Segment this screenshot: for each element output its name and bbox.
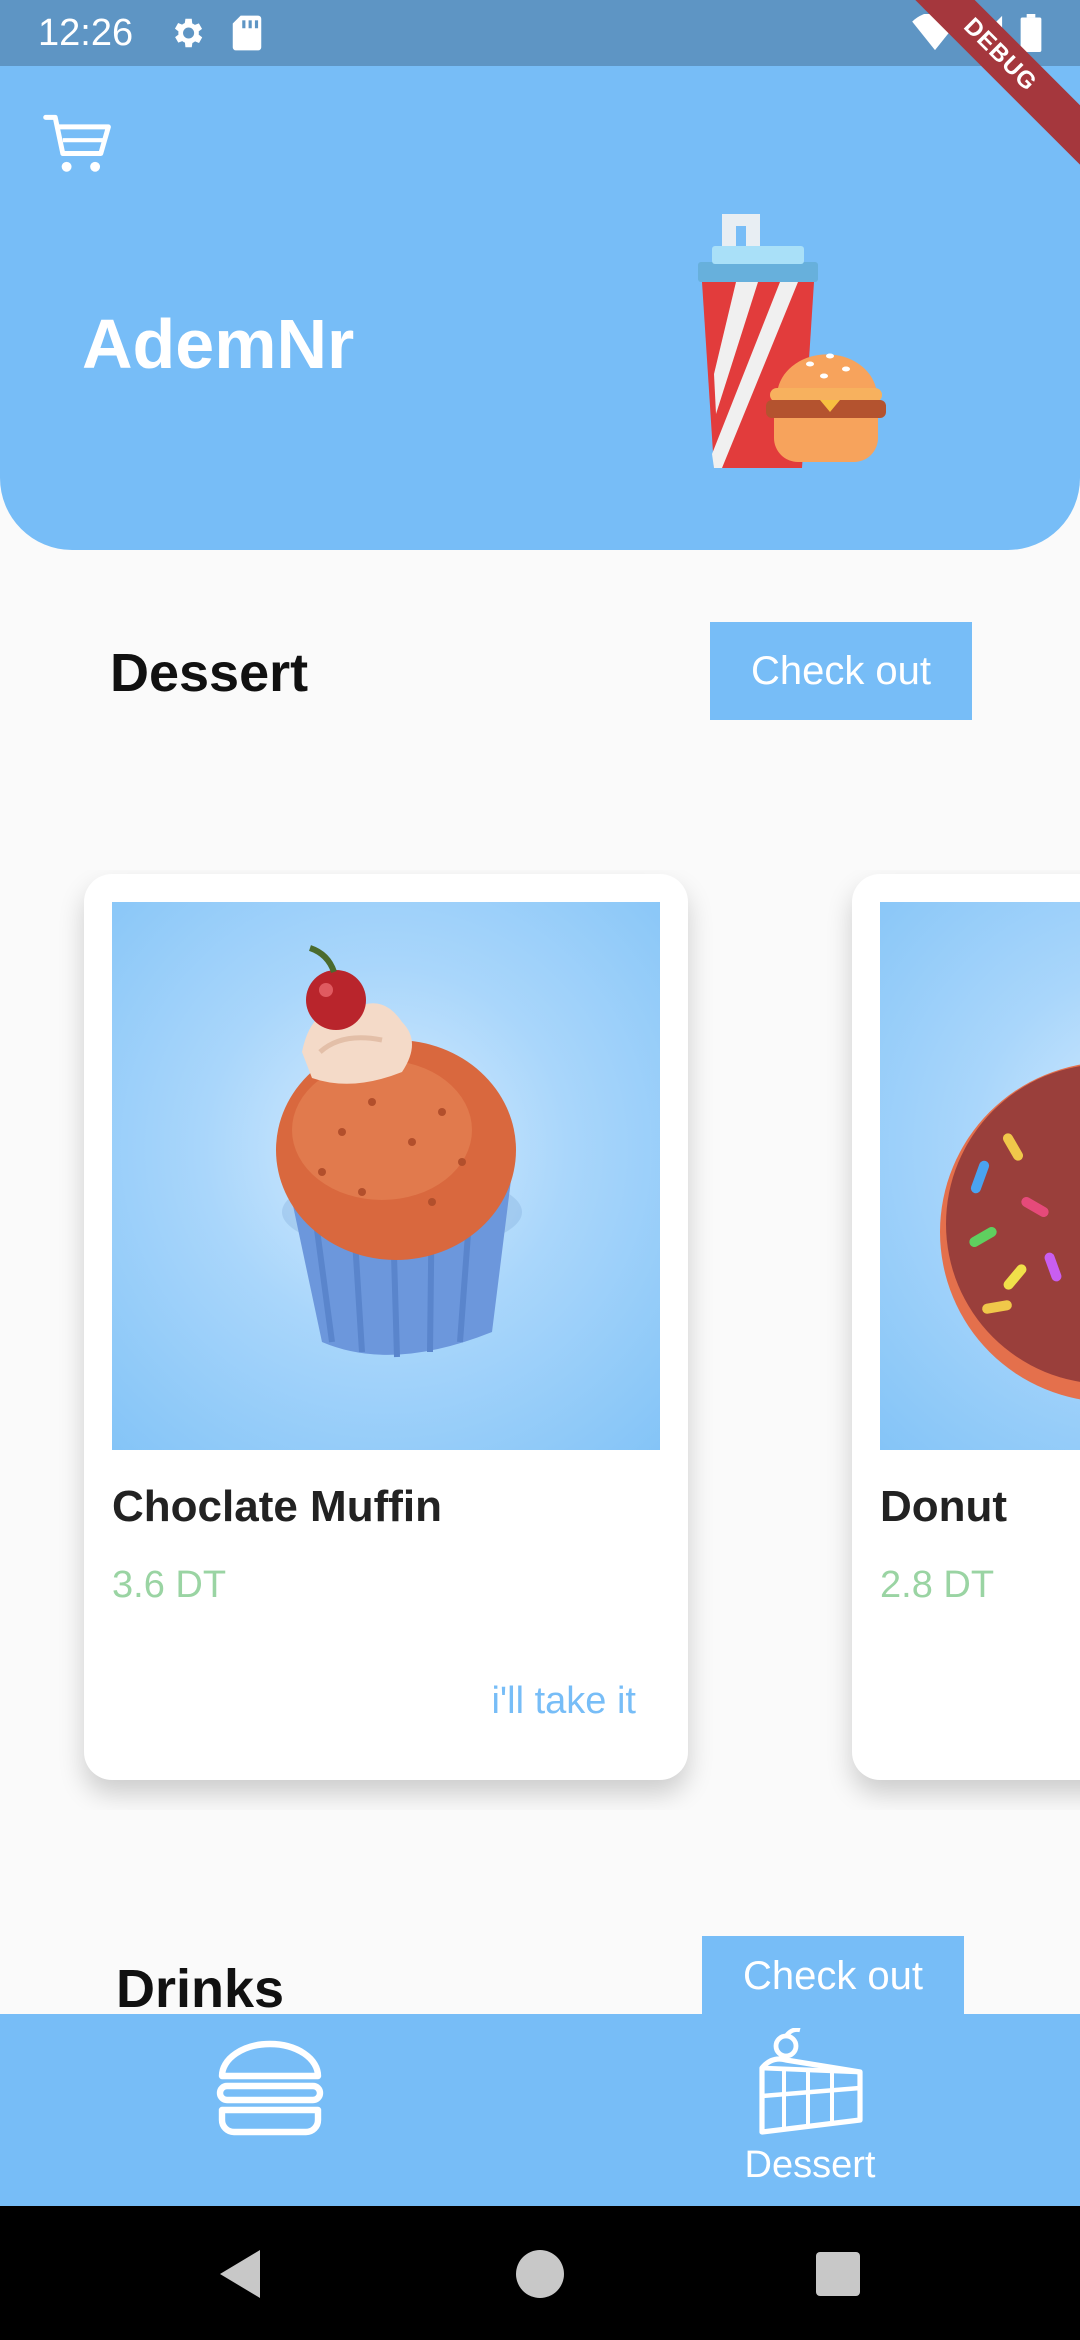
app-title: AdemNr (82, 305, 355, 383)
status-time: 12:26 (38, 12, 134, 54)
section-title-drinks: Drinks (116, 1959, 285, 2019)
sd-card-icon (232, 15, 262, 51)
drinks-checkout-button[interactable]: Check out (702, 1936, 964, 2016)
gear-icon (174, 18, 203, 48)
product-carousel[interactable]: Choclate Muffin 3.6 DT i'll take it Donu… (0, 870, 1080, 1810)
shopping-cart-icon[interactable] (40, 106, 116, 182)
system-nav-bar (0, 2206, 1080, 2340)
battery-icon (1020, 14, 1042, 52)
dessert-checkout-button[interactable]: Check out (710, 622, 972, 720)
muffin-image (112, 902, 660, 1450)
donut-image (880, 902, 1080, 1450)
drink-and-burger-illustration (698, 214, 886, 468)
product-price: 3.6 DT (112, 1564, 227, 1606)
back-icon[interactable] (212, 2244, 272, 2304)
nav-label-dessert: Dessert (744, 2144, 876, 2186)
nav-item-burger[interactable] (0, 2014, 540, 2206)
status-bar: 12:26 (0, 0, 1080, 66)
section-title-dessert: Dessert (110, 643, 309, 703)
cake-icon (759, 2028, 863, 2135)
product-card[interactable]: Choclate Muffin 3.6 DT i'll take it (84, 874, 688, 1780)
bottom-nav: Dessert (0, 2014, 1080, 2206)
take-it-button[interactable]: i'll take it (491, 1680, 636, 1723)
nav-item-dessert[interactable]: Dessert (540, 2014, 1080, 2206)
header-banner: AdemNr (0, 66, 1080, 550)
product-card[interactable]: Donut 2.8 DT (852, 874, 1080, 1780)
product-name: Donut (880, 1482, 1008, 1531)
recents-icon[interactable] (808, 2244, 868, 2304)
product-price: 2.8 DT (880, 1564, 995, 1606)
product-name: Choclate Muffin (112, 1482, 442, 1531)
burger-icon (216, 2040, 324, 2136)
home-icon[interactable] (510, 2244, 570, 2304)
